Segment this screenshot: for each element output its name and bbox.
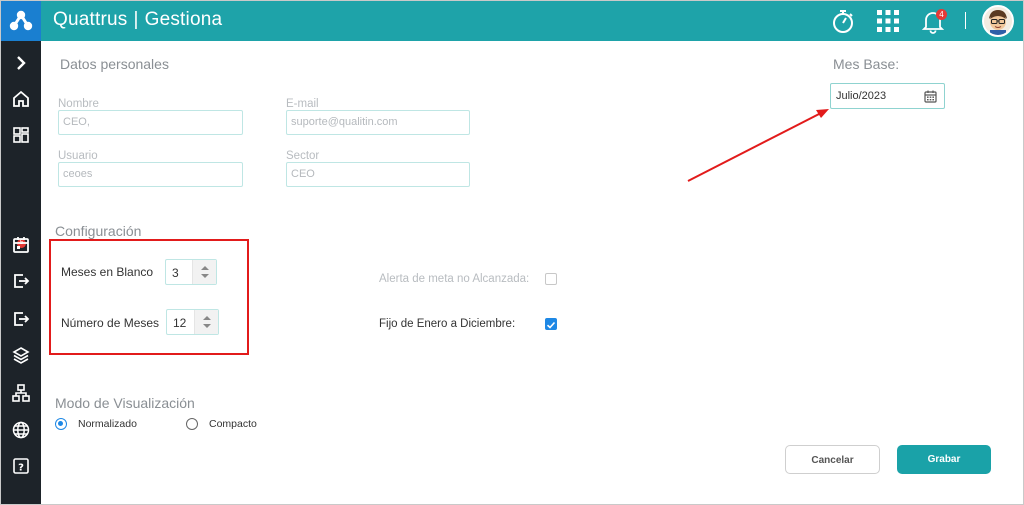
topbar-divider: [965, 12, 966, 29]
num-months-label: Número de Meses: [61, 316, 160, 330]
svg-text:?: ?: [18, 463, 24, 474]
sidebar: 5 ?: [1, 41, 41, 504]
stepper-updown-icon[interactable]: [195, 310, 219, 334]
configuration-title: Configuración: [55, 223, 142, 239]
fixed-year-label: Fijo de Enero a Diciembre:: [379, 318, 516, 330]
personal-data-title: Datos personales: [60, 56, 169, 72]
top-bar: Quattrus | Gestiona 4: [1, 1, 1023, 41]
view-mode-title: Modo de Visualización: [55, 395, 195, 411]
alert-label: Alerta de meta no Alcanzada:: [379, 273, 530, 285]
fixed-year-checkbox[interactable]: [545, 318, 557, 330]
radio-compacto[interactable]: [186, 418, 198, 430]
name-label: Nombre: [58, 98, 99, 110]
num-months-stepper[interactable]: 12: [166, 309, 219, 335]
save-button[interactable]: Grabar: [897, 445, 991, 474]
home-icon[interactable]: [9, 87, 33, 111]
blank-months-value: 3: [172, 266, 179, 280]
app-logo-icon[interactable]: [1, 1, 41, 41]
logout-icon[interactable]: [9, 307, 33, 331]
calendar-icon[interactable]: [9, 233, 33, 257]
dashboard-icon[interactable]: [9, 123, 33, 147]
stepper-arrows[interactable]: [194, 310, 218, 334]
base-month-value: Julio/2023: [836, 90, 887, 102]
radio-normalizado[interactable]: [55, 418, 67, 430]
brand-name: Quattrus: [53, 9, 128, 30]
sector-field[interactable]: CEO: [286, 162, 470, 187]
app-title: Quattrus | Gestiona: [53, 9, 222, 31]
radio-normalizado-label: Normalizado: [78, 418, 137, 430]
blank-months-label: Meses en Blanco: [61, 265, 154, 279]
user-field[interactable]: ceoes: [58, 162, 243, 187]
help-icon[interactable]: ?: [9, 454, 33, 478]
highlight-box: [49, 239, 249, 355]
exit-icon[interactable]: [9, 269, 33, 293]
calendar-picker-icon[interactable]: [924, 90, 937, 103]
stepper-arrows[interactable]: [192, 260, 216, 284]
base-month-title: Mes Base:: [833, 56, 900, 72]
org-chart-icon[interactable]: [9, 381, 33, 405]
radio-compacto-label: Compacto: [209, 418, 257, 430]
email-label: E-mail: [286, 98, 319, 110]
app-window: Quattrus | Gestiona 4 5 ? Datos personal…: [0, 0, 1024, 505]
user-avatar[interactable]: [982, 5, 1014, 37]
stepper-updown-icon[interactable]: [193, 260, 217, 284]
layers-icon[interactable]: [9, 343, 33, 367]
name-field[interactable]: CEO,: [58, 110, 243, 135]
apps-grid-icon[interactable]: [874, 7, 902, 35]
blank-months-stepper[interactable]: 3: [165, 259, 217, 285]
sector-label: Sector: [286, 150, 320, 162]
globe-icon[interactable]: [9, 418, 33, 442]
module-name: Gestiona: [144, 9, 223, 30]
annotation-arrow: [687, 109, 829, 182]
num-months-value: 12: [173, 316, 187, 330]
notification-badge: 4: [936, 9, 947, 20]
alert-checkbox[interactable]: [545, 273, 557, 285]
email-field[interactable]: suporte@qualitin.com: [286, 110, 470, 135]
user-label: Usuario: [58, 150, 98, 162]
expand-sidebar-icon[interactable]: [9, 51, 33, 75]
base-month-picker[interactable]: Julio/2023: [830, 83, 945, 109]
stopwatch-icon[interactable]: [829, 7, 857, 35]
title-separator: |: [133, 9, 139, 30]
check-icon: [546, 321, 556, 329]
cancel-button[interactable]: Cancelar: [785, 445, 880, 474]
